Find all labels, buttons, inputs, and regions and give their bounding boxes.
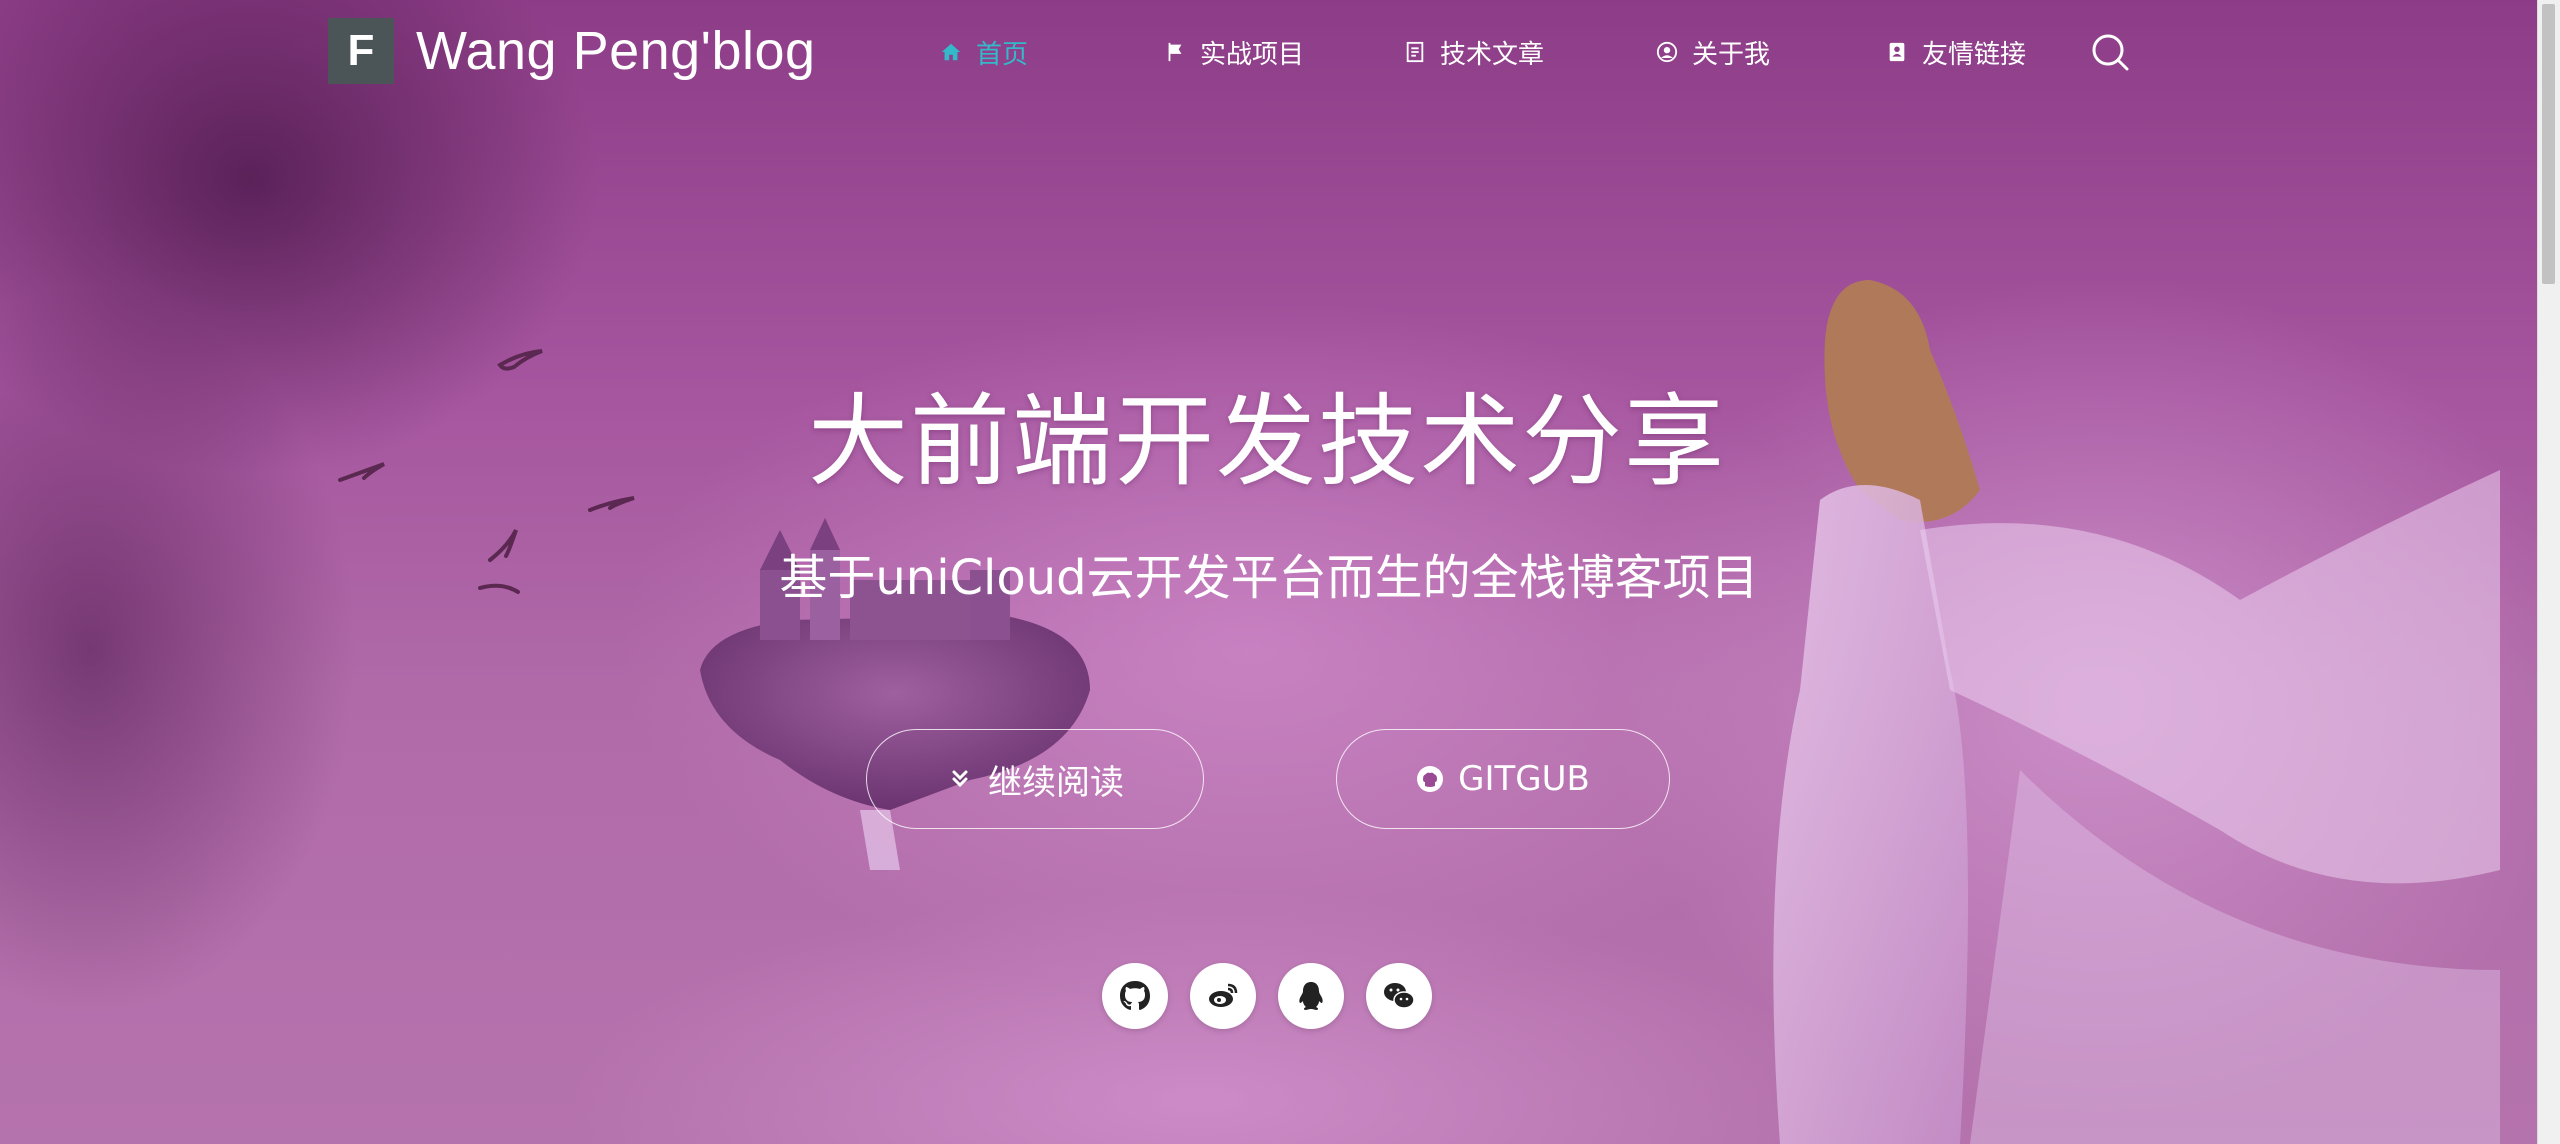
nav-label: 关于我 — [1692, 39, 1771, 70]
hero-title: 大前端开发技术分享 — [808, 383, 1726, 500]
brand-logo[interactable]: F Wang Peng'blog — [328, 18, 816, 84]
home-icon — [940, 41, 962, 63]
nav-label: 技术文章 — [1440, 39, 1545, 70]
social-qq[interactable] — [1278, 963, 1344, 1029]
scrollbar-thumb[interactable] — [2542, 4, 2555, 284]
social-weibo[interactable] — [1190, 963, 1256, 1029]
double-chevron-down-icon — [946, 765, 974, 793]
nav-label: 首页 — [976, 39, 1029, 70]
hero-subtitle: 基于uniCloud云开发平台而生的全栈博客项目 — [779, 550, 1759, 606]
page-scrollbar[interactable] — [2537, 0, 2560, 1144]
github-button-label: GITGUB — [1458, 759, 1590, 799]
flag-icon — [1164, 41, 1186, 63]
site-header: F Wang Peng'blog 首页 实战项目 技术文章 关于我 友情链接 — [0, 0, 2538, 104]
weibo-icon — [1209, 983, 1238, 1007]
nav-item-links[interactable]: 友情链接 — [1886, 30, 2096, 74]
continue-reading-button[interactable]: 继续阅读 — [866, 729, 1204, 829]
search-button[interactable] — [2088, 30, 2132, 74]
nav-item-home[interactable]: 首页 — [940, 30, 1164, 74]
search-icon — [2092, 34, 2129, 71]
nav-item-about[interactable]: 关于我 — [1656, 30, 1886, 74]
nav-item-projects[interactable]: 实战项目 — [1164, 30, 1404, 74]
main-nav: 首页 实战项目 技术文章 关于我 友情链接 — [940, 30, 2132, 74]
site-name: Wang Peng'blog — [416, 21, 816, 81]
nav-item-articles[interactable]: 技术文章 — [1404, 30, 1656, 74]
social-wechat[interactable] — [1366, 963, 1432, 1029]
social-github[interactable] — [1102, 963, 1168, 1029]
github-icon — [1120, 981, 1150, 1010]
wechat-icon — [1384, 983, 1415, 1009]
nav-label: 友情链接 — [1922, 39, 2027, 70]
github-button[interactable]: GITGUB — [1336, 729, 1670, 829]
github-icon — [1416, 765, 1444, 793]
qq-icon — [1299, 982, 1323, 1010]
social-links — [1102, 963, 1454, 1029]
address-book-icon — [1886, 41, 1908, 63]
nav-label: 实战项目 — [1200, 39, 1305, 70]
page: F Wang Peng'blog 首页 实战项目 技术文章 关于我 友情链接 大… — [0, 0, 2560, 1144]
continue-reading-label: 继续阅读 — [988, 762, 1124, 803]
document-icon — [1404, 41, 1426, 63]
user-circle-icon — [1656, 41, 1678, 63]
logo-mark: F — [328, 18, 394, 84]
